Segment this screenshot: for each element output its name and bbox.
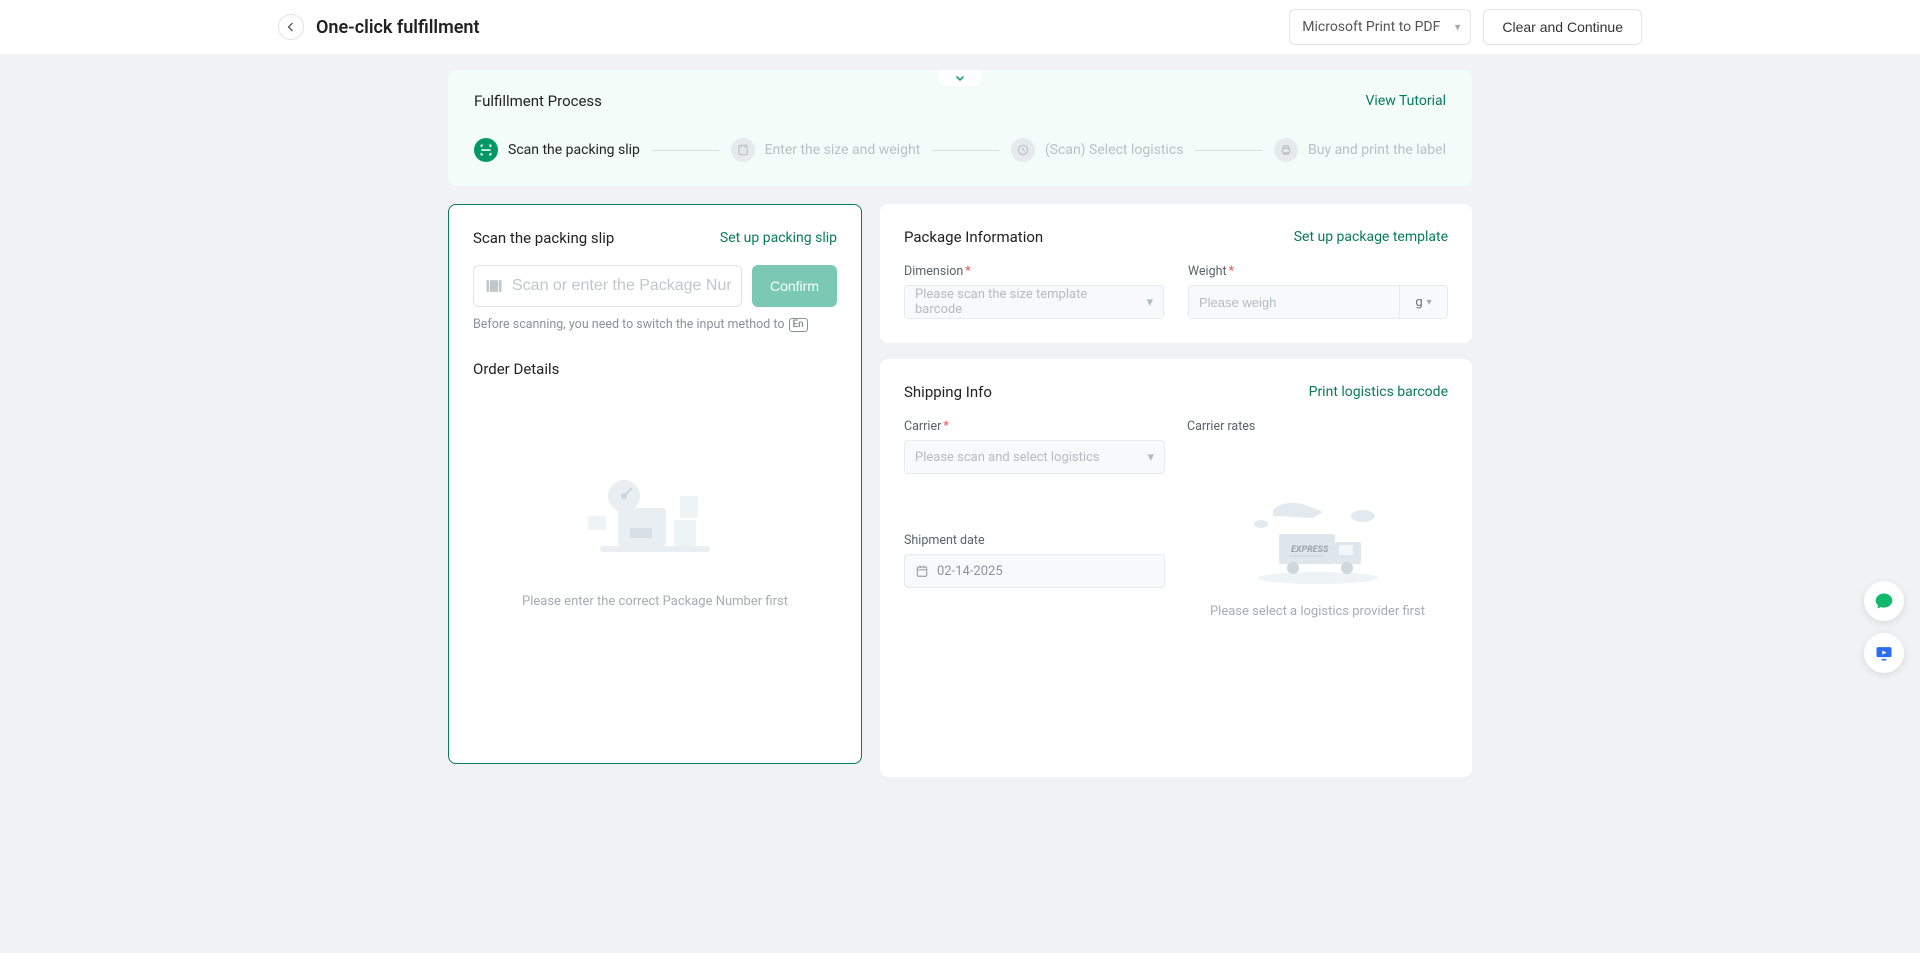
arrow-left-icon: [285, 21, 297, 33]
svg-text:EXPRESS: EXPRESS: [1291, 545, 1329, 555]
barcode-icon: [484, 276, 504, 296]
package-scale-illustration: [570, 450, 740, 580]
chevron-down-icon: ▾: [1455, 21, 1461, 34]
printer-select[interactable]: Microsoft Print to PDF ▾: [1289, 9, 1471, 45]
step-label: Enter the size and weight: [765, 142, 921, 158]
step-print-label: Buy and print the label: [1274, 138, 1446, 162]
chat-icon: [1874, 591, 1894, 611]
printer-icon: [1274, 138, 1298, 162]
step-connector: [1195, 150, 1262, 151]
barcode-scan-icon: [474, 138, 498, 162]
en-badge: En: [789, 318, 808, 332]
order-details-title: Order Details: [473, 360, 837, 378]
order-details-empty: Please enter the correct Package Number …: [473, 390, 837, 649]
setup-packing-slip-link[interactable]: Set up packing slip: [720, 230, 837, 246]
scan-packing-slip-card: Scan the packing slip Set up packing sli…: [448, 204, 862, 764]
page-title: One-click fulfillment: [316, 17, 480, 38]
clear-continue-button[interactable]: Clear and Continue: [1483, 9, 1642, 45]
input-method-hint: Before scanning, you need to switch the …: [473, 317, 837, 332]
confirm-button[interactable]: Confirm: [752, 265, 837, 307]
dimension-label: Dimension*: [904, 264, 1164, 279]
process-title: Fulfillment Process: [474, 92, 602, 110]
shipping-info-card: Shipping Info Print logistics barcode Ca…: [880, 359, 1472, 777]
collapse-toggle[interactable]: [938, 70, 982, 86]
calendar-icon: [915, 564, 929, 578]
print-logistics-barcode-link[interactable]: Print logistics barcode: [1309, 384, 1448, 400]
topbar: One-click fulfillment Microsoft Print to…: [0, 0, 1920, 54]
weight-label: Weight*: [1188, 264, 1448, 279]
step-label: (Scan) Select logistics: [1045, 142, 1184, 158]
weight-unit-select[interactable]: g▾: [1400, 285, 1448, 319]
shipment-date-input[interactable]: 02-14-2025: [904, 554, 1165, 588]
express-truck-illustration: EXPRESS: [1243, 490, 1393, 590]
package-number-input[interactable]: [512, 277, 731, 295]
chevron-down-icon: ▾: [1147, 450, 1154, 465]
scan-input-wrapper[interactable]: [473, 265, 742, 307]
card-title: Shipping Info: [904, 383, 992, 401]
empty-text: Please enter the correct Package Number …: [522, 594, 788, 609]
chevron-down-icon: ▾: [1427, 297, 1432, 308]
card-title: Package Information: [904, 228, 1043, 246]
chat-support-fab[interactable]: [1864, 581, 1904, 621]
ruler-icon: [731, 138, 755, 162]
dimension-placeholder: Please scan the size template barcode: [915, 287, 1133, 317]
back-button[interactable]: [278, 14, 304, 40]
screen-share-fab[interactable]: [1864, 633, 1904, 673]
fulfillment-process-card: Fulfillment Process View Tutorial Scan t…: [448, 70, 1472, 186]
shipment-date-value: 02-14-2025: [937, 564, 1003, 579]
dimension-select[interactable]: Please scan the size template barcode ▾: [904, 285, 1164, 319]
chevron-down-icon: ▾: [1146, 295, 1153, 310]
carrier-placeholder: Please scan and select logistics: [915, 450, 1100, 465]
chevron-down-icon: [954, 72, 966, 84]
weight-input-wrapper[interactable]: [1188, 285, 1400, 319]
weight-input[interactable]: [1199, 295, 1389, 310]
printer-select-value: Microsoft Print to PDF: [1302, 19, 1440, 35]
step-label: Buy and print the label: [1308, 142, 1446, 158]
carrier-label: Carrier*: [904, 419, 1165, 434]
carrier-rates-empty: EXPRESS Please select a logistics provid…: [1187, 434, 1448, 629]
package-information-card: Package Information Set up package templ…: [880, 204, 1472, 343]
step-connector: [652, 150, 719, 151]
step-connector: [932, 150, 999, 151]
step-enter-size: Enter the size and weight: [731, 138, 921, 162]
step-label: Scan the packing slip: [508, 142, 640, 158]
step-select-logistics: (Scan) Select logistics: [1011, 138, 1184, 162]
view-tutorial-link[interactable]: View Tutorial: [1366, 93, 1446, 109]
empty-text: Please select a logistics provider first: [1210, 604, 1425, 619]
carrier-select[interactable]: Please scan and select logistics ▾: [904, 440, 1165, 474]
step-scan-packing-slip: Scan the packing slip: [474, 138, 640, 162]
card-title: Scan the packing slip: [473, 229, 614, 247]
truck-icon: [1011, 138, 1035, 162]
setup-package-template-link[interactable]: Set up package template: [1294, 229, 1448, 245]
shipment-date-label: Shipment date: [904, 533, 1165, 548]
carrier-rates-label: Carrier rates: [1187, 419, 1448, 434]
steps-row: Scan the packing slip Enter the size and…: [474, 138, 1446, 162]
monitor-icon: [1874, 643, 1894, 663]
